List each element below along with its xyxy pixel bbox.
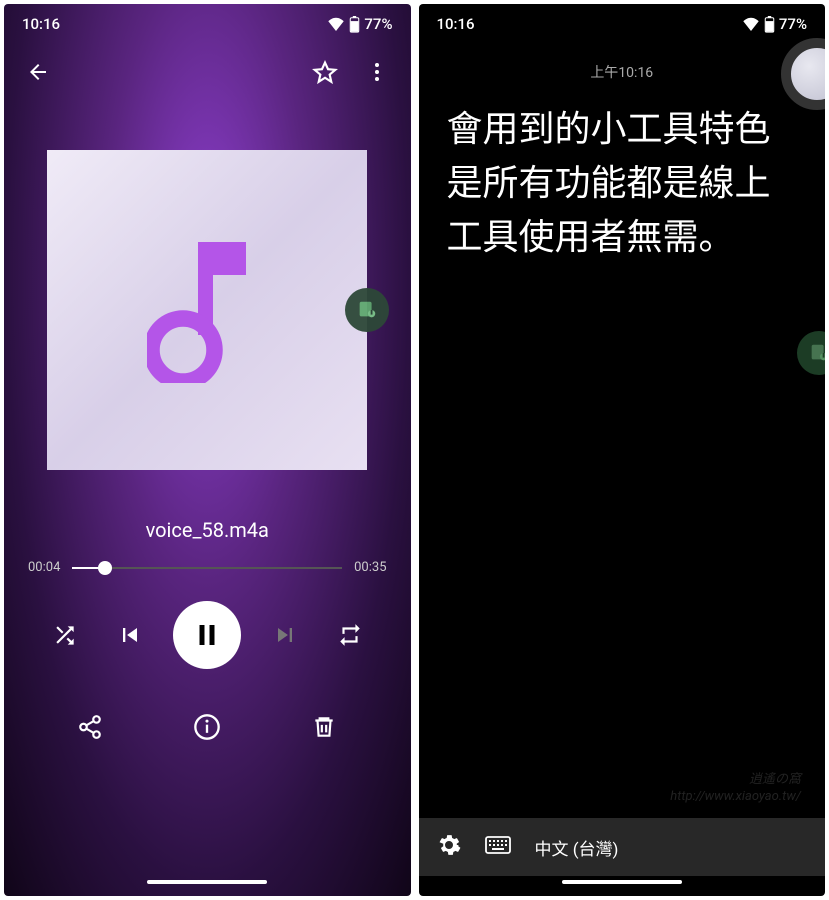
info-button[interactable]: [185, 705, 229, 749]
wifi-icon: [327, 17, 345, 31]
app-bar: [4, 44, 411, 100]
track-title: voice_58.m4a: [4, 518, 411, 542]
delete-button[interactable]: [302, 705, 346, 749]
home-indicator[interactable]: [147, 880, 267, 884]
transcription-screen: 10:16 77% 上午10:16 會用到的小工具特色是所有功能都是線上工具使用…: [419, 4, 826, 896]
battery-percent: 77%: [364, 15, 392, 33]
battery-icon: [764, 16, 775, 33]
status-bar: 10:16 77%: [4, 4, 411, 44]
status-icons: 77%: [327, 15, 392, 33]
watermark: 逍遙の窩 http://www.xiaoyao.tw/: [670, 772, 801, 806]
elapsed-time: 00:04: [28, 560, 60, 575]
home-indicator[interactable]: [562, 880, 682, 884]
time-header: 上午10:16: [419, 44, 826, 92]
transcribe-badge[interactable]: [345, 288, 389, 332]
previous-button[interactable]: [108, 613, 152, 657]
transcript-text: 會用到的小工具特色是所有功能都是線上工具使用者無需。: [447, 108, 771, 258]
keyboard-button[interactable]: [485, 835, 511, 859]
shuffle-button[interactable]: [43, 613, 87, 657]
language-bar: 中文 (台灣): [419, 818, 826, 876]
seek-bar[interactable]: [72, 567, 342, 569]
bottom-actions: [4, 685, 411, 765]
pause-button[interactable]: [173, 601, 241, 669]
repeat-button[interactable]: [328, 613, 372, 657]
battery-percent: 77%: [779, 15, 807, 33]
seek-thumb[interactable]: [98, 561, 112, 575]
total-duration: 00:35: [354, 560, 386, 575]
album-art: [47, 150, 367, 470]
music-note-icon: [147, 233, 267, 387]
more-options-button[interactable]: [355, 50, 399, 94]
status-icons: 77%: [742, 15, 807, 33]
transcribe-badge[interactable]: [797, 331, 825, 375]
settings-button[interactable]: [437, 833, 461, 861]
transcript-area: 會用到的小工具特色是所有功能都是線上工具使用者無需。 逍遙の窩 http://w…: [419, 92, 826, 818]
wifi-icon: [742, 17, 760, 31]
back-button[interactable]: [16, 50, 60, 94]
nav-bar: [419, 876, 826, 896]
session-time: 上午10:16: [590, 65, 653, 81]
clock: 10:16: [22, 15, 60, 33]
status-bar: 10:16 77%: [419, 4, 826, 44]
nav-bar: [4, 876, 411, 896]
language-selector[interactable]: 中文 (台灣): [535, 835, 619, 860]
share-button[interactable]: [68, 705, 112, 749]
battery-icon: [349, 16, 360, 33]
next-button[interactable]: [263, 613, 307, 657]
clock: 10:16: [437, 15, 475, 33]
favorite-button[interactable]: [303, 50, 347, 94]
timeline: 00:04 00:35: [4, 542, 411, 585]
playback-controls: [4, 585, 411, 685]
music-player-screen: 10:16 77%: [4, 4, 411, 896]
